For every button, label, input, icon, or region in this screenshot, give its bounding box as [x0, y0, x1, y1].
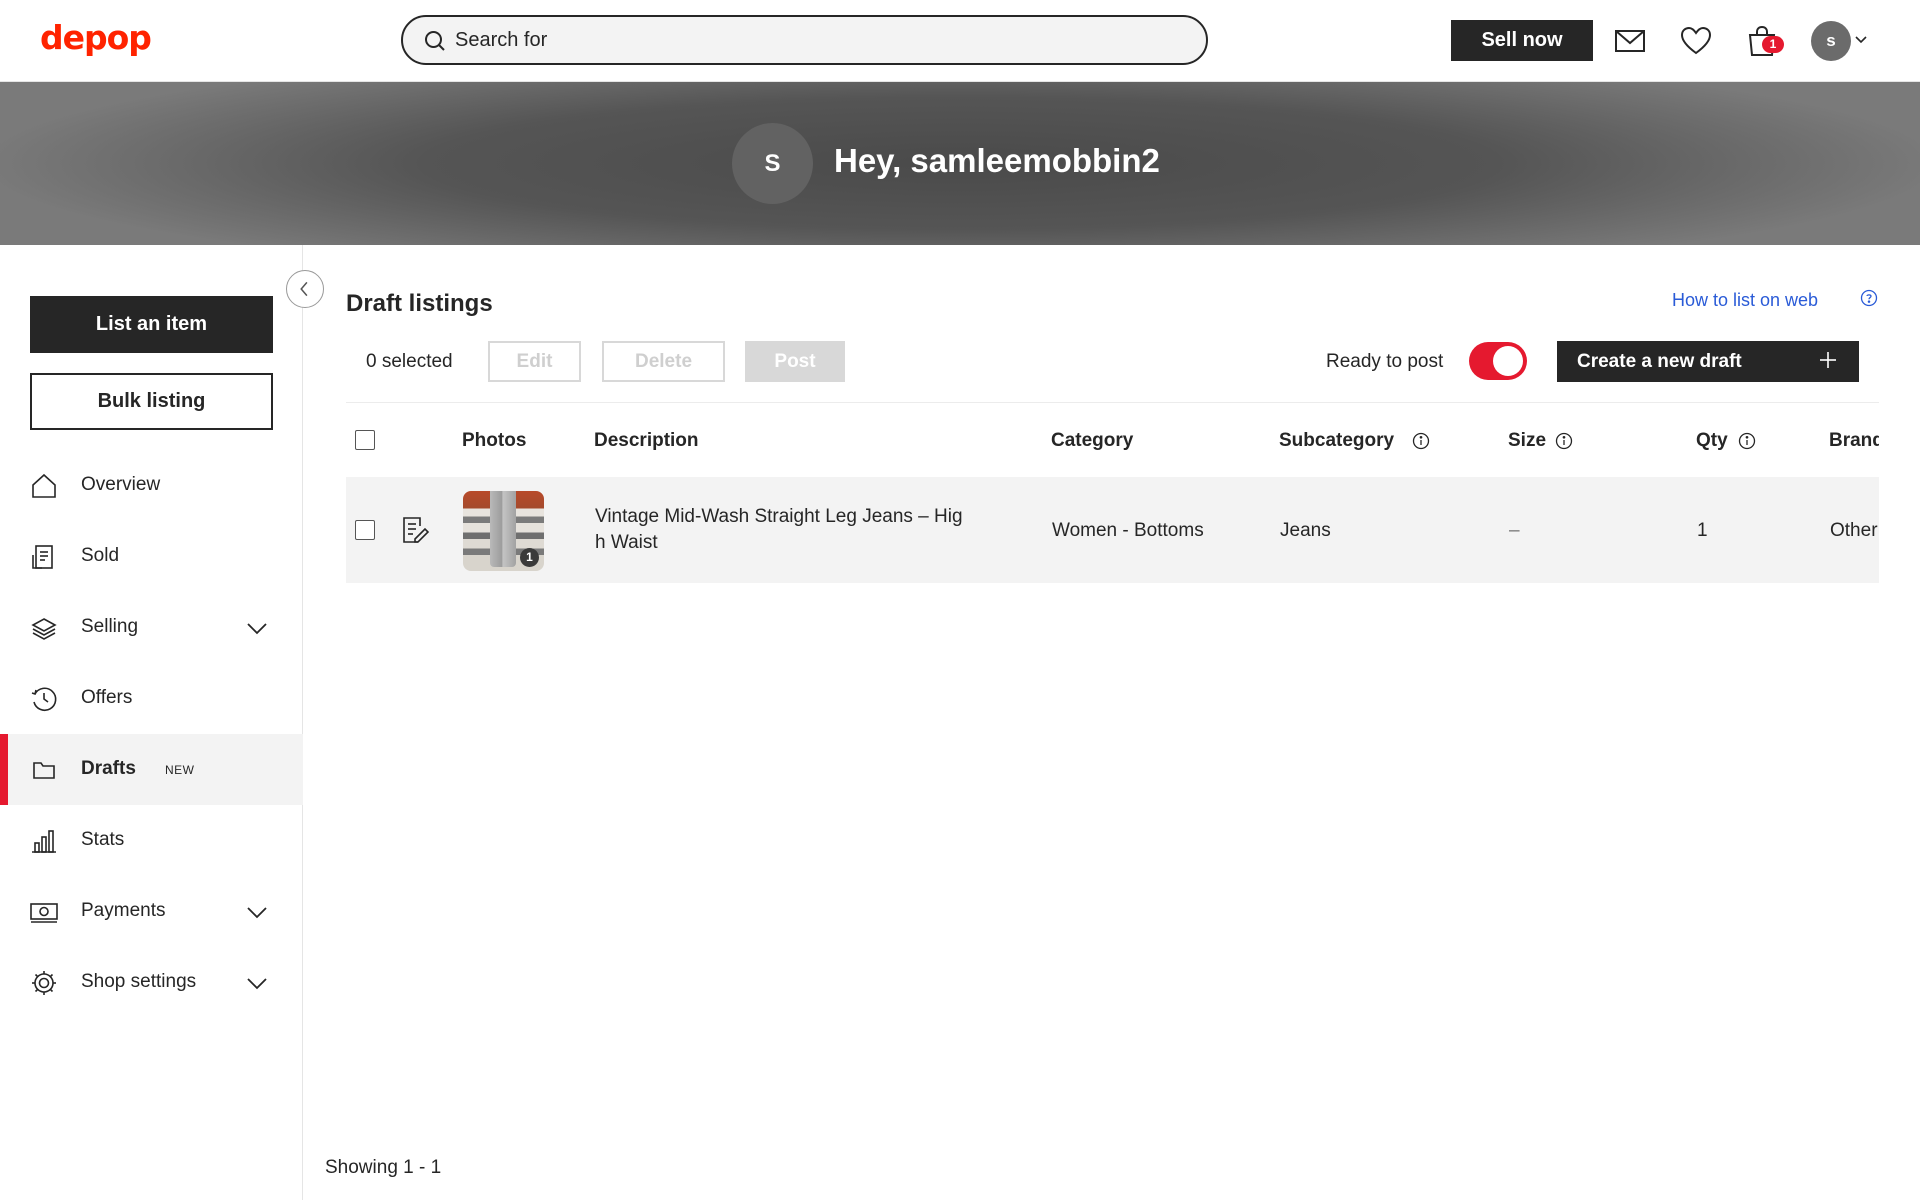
column-header-qty: Qty: [1696, 430, 1728, 451]
sidebar-item-payments[interactable]: Payments: [0, 876, 303, 947]
chevron-down-icon[interactable]: [245, 972, 269, 994]
divider: [346, 402, 1879, 403]
how-to-list-link[interactable]: How to list on web: [1672, 290, 1818, 311]
profile-banner: S Hey, samleemobbin2: [0, 82, 1920, 245]
sell-now-button[interactable]: Sell now: [1451, 20, 1593, 61]
row-brand: Other: [1830, 520, 1878, 541]
toggle-knob: [1493, 346, 1523, 376]
profile-avatar: S: [732, 123, 813, 204]
column-header-photos: Photos: [462, 430, 527, 451]
column-header-subcategory: Subcategory: [1279, 430, 1395, 451]
sidebar: List an item Bulk listing Overview Sold …: [0, 245, 303, 1200]
sidebar-item-stats[interactable]: Stats: [0, 805, 303, 876]
row-category: Women - Bottoms: [1052, 520, 1204, 541]
sidebar-item-label: Stats: [81, 829, 125, 850]
banknote-icon: [30, 903, 58, 923]
photo-content: [490, 491, 516, 567]
sidebar-item-sold[interactable]: Sold: [0, 521, 303, 592]
info-icon[interactable]: [1555, 432, 1573, 450]
column-header-category: Category: [1051, 430, 1134, 451]
sidebar-item-label: Sold: [81, 545, 120, 566]
home-icon: [32, 473, 56, 498]
chevron-down-icon[interactable]: [1853, 32, 1869, 48]
sidebar-item-offers[interactable]: Offers: [0, 663, 303, 734]
sidebar-item-selling[interactable]: Selling: [0, 592, 303, 663]
ready-to-post-toggle[interactable]: [1469, 342, 1527, 380]
create-new-draft-button[interactable]: Create a new draft: [1557, 341, 1859, 382]
edit-draft-icon[interactable]: [400, 515, 430, 545]
sidebar-item-label: Shop settings: [81, 971, 197, 992]
heart-icon[interactable]: [1679, 24, 1713, 58]
sidebar-item-label: Drafts: [81, 758, 136, 779]
photo-count-badge: 1: [520, 548, 539, 567]
selected-count: 0 selected: [366, 351, 453, 372]
help-circle-icon[interactable]: [1860, 289, 1878, 307]
info-icon[interactable]: [1738, 432, 1756, 450]
chevron-down-icon[interactable]: [245, 617, 269, 639]
sidebar-item-shop-settings[interactable]: Shop settings: [0, 947, 303, 1018]
user-avatar[interactable]: s: [1811, 21, 1851, 61]
gear-icon: [32, 971, 56, 995]
layers-icon: [31, 618, 57, 640]
pagination-info: Showing 1 - 1: [325, 1157, 442, 1178]
search-input[interactable]: [455, 17, 1175, 63]
row-description-line-2: h Waist: [595, 532, 658, 553]
list-an-item-button[interactable]: List an item: [30, 296, 273, 353]
sidebar-item-drafts[interactable]: Drafts NEW: [0, 734, 303, 805]
sidebar-item-label: Payments: [81, 900, 166, 921]
edit-button[interactable]: Edit: [488, 341, 581, 382]
post-button[interactable]: Post: [745, 341, 845, 382]
column-header-brand: Brand: [1829, 430, 1879, 451]
search-bar[interactable]: [401, 15, 1208, 65]
offers-clock-icon: [31, 687, 57, 711]
chevron-down-icon[interactable]: [245, 901, 269, 923]
sidebar-item-label: Overview: [81, 474, 161, 495]
page-title: Draft listings: [346, 290, 493, 317]
row-qty: 1: [1697, 520, 1708, 541]
bar-chart-icon: [32, 830, 56, 853]
receipt-icon: [32, 545, 53, 569]
listing-photo[interactable]: 1: [463, 491, 544, 571]
delete-button[interactable]: Delete: [602, 341, 725, 382]
row-description-line-1: Vintage Mid-Wash Straight Leg Jeans – Hi…: [595, 506, 963, 527]
info-icon[interactable]: [1412, 432, 1430, 450]
bulk-listing-button[interactable]: Bulk listing: [30, 373, 273, 430]
select-all-checkbox[interactable]: [355, 430, 375, 450]
column-header-description: Description: [594, 430, 699, 451]
sidebar-item-label: Selling: [81, 616, 139, 637]
row-checkbox[interactable]: [355, 520, 375, 540]
collapse-sidebar-button[interactable]: [286, 270, 324, 308]
sidebar-item-overview[interactable]: Overview: [0, 450, 303, 521]
top-header: depop Sell now 1 s: [0, 0, 1920, 82]
column-header-size: Size: [1508, 430, 1547, 451]
cart-count-badge: 1: [1762, 36, 1784, 53]
depop-logo[interactable]: depop: [40, 18, 152, 57]
plus-icon: [1820, 352, 1836, 368]
row-subcategory: Jeans: [1280, 520, 1331, 541]
new-badge: NEW: [165, 763, 195, 777]
sidebar-item-label: Offers: [81, 687, 133, 708]
row-size: –: [1509, 520, 1520, 541]
search-icon: [425, 31, 445, 51]
greeting-text: Hey, samleemobbin2: [834, 142, 1160, 179]
ready-to-post-label: Ready to post: [1326, 351, 1444, 372]
folder-icon: [33, 762, 55, 779]
mail-icon[interactable]: [1613, 24, 1647, 58]
